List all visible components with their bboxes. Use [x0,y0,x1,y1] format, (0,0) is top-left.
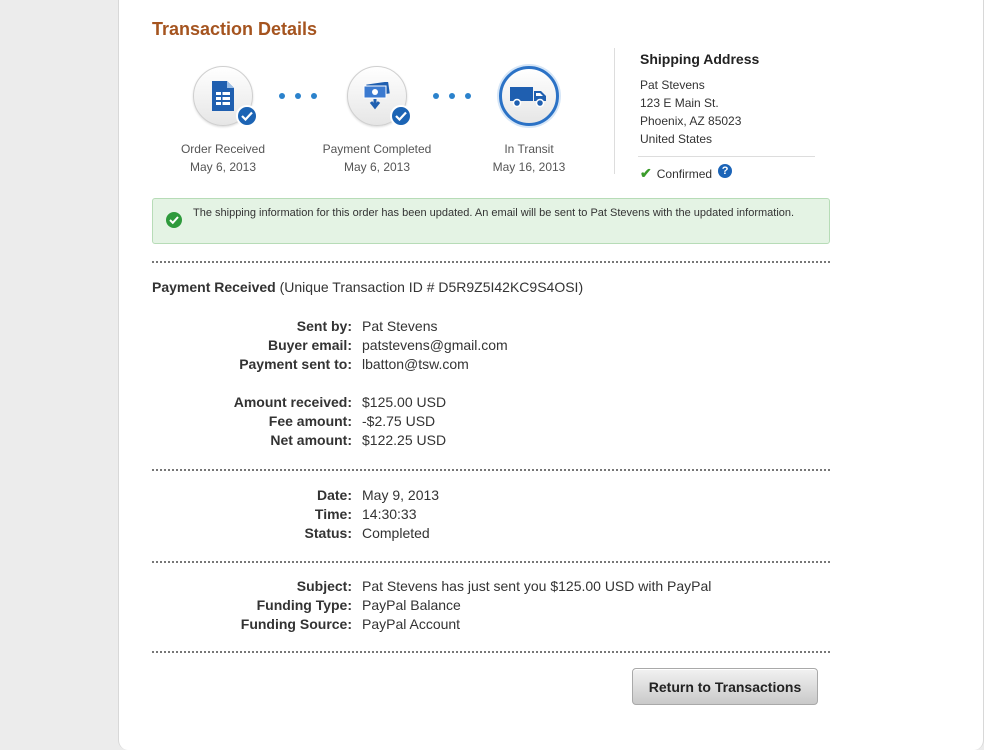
payment-heading-label: Payment Received [152,279,276,295]
detail-value: Completed [362,525,430,541]
divider [152,261,830,263]
step-label: In Transit [504,142,554,156]
success-alert: The shipping information for this order … [152,198,830,244]
detail-row-payment-sent-to: Payment sent to: lbatton@tsw.com [152,356,830,375]
help-icon[interactable]: ? [718,163,733,178]
detail-value: Pat Stevens has just sent you $125.00 US… [362,578,712,594]
divider [152,651,830,653]
detail-row-subject: Subject: Pat Stevens has just sent you $… [152,578,830,597]
detail-value: patstevens@gmail.com [362,337,508,353]
check-icon [236,105,258,127]
detail-row-sent-by: Sent by: Pat Stevens [152,318,830,337]
detail-label: Payment sent to: [239,356,352,372]
detail-value: Pat Stevens [362,318,438,334]
detail-value: -$2.75 USD [362,413,436,429]
checkmark-icon: ✔ [640,165,652,181]
step-order-received: Order Received May 6, 2013 [158,66,288,176]
shipping-street: 123 E Main St. [640,96,719,110]
detail-value: lbatton@tsw.com [362,356,469,372]
success-check-icon [166,212,182,228]
detail-label: Net amount: [270,432,352,448]
step-label: Order Received [180,142,266,156]
step-date: May 16, 2013 [492,160,566,174]
step-date: May 6, 2013 [189,160,257,174]
detail-value: PayPal Balance [362,597,461,613]
order-document-icon [212,81,234,111]
detail-row-time: Time: 14:30:33 [152,506,830,525]
shipping-address-panel: Shipping Address Pat Stevens 123 E Main … [638,51,815,182]
detail-label: Fee amount: [268,413,352,429]
shipping-country: United States [640,132,713,146]
detail-label: Amount received: [233,394,352,410]
alert-message: The shipping information for this order … [193,207,795,219]
truck-icon [510,87,546,108]
detail-label: Buyer email: [267,337,352,353]
detail-label: Status: [304,525,352,541]
detail-row-date: Date: May 9, 2013 [152,487,830,506]
transaction-id: (Unique Transaction ID # D5R9Z5I42KC9S4O… [279,279,584,295]
detail-label: Time: [314,506,352,522]
detail-row-fee-amount: Fee amount: -$2.75 USD [152,413,830,432]
detail-value: $125.00 USD [362,394,447,410]
address-status: ✔ Confirmed ? [640,163,815,182]
divider [614,48,615,174]
shipping-name: Pat Stevens [640,78,705,92]
detail-value: $122.25 USD [362,432,447,448]
detail-label: Date: [316,487,352,503]
divider [638,156,815,157]
divider [152,561,830,563]
step-date: May 6, 2013 [343,160,411,174]
step-payment-completed: Payment Completed May 6, 2013 [312,66,442,176]
detail-label: Sent by: [296,318,352,334]
detail-label: Funding Source: [240,616,352,632]
detail-row-buyer-email: Buyer email: patstevens@gmail.com [152,337,830,356]
page-title: Transaction Details [152,19,318,39]
detail-value: May 9, 2013 [362,487,440,503]
step-in-transit: In Transit May 16, 2013 [464,66,594,176]
address-status-label: Confirmed [656,166,713,181]
detail-value: PayPal Account [362,616,461,632]
step-label: Payment Completed [322,142,432,156]
detail-row-status: Status: Completed [152,525,830,544]
detail-row-amount-received: Amount received: $125.00 USD [152,394,830,413]
detail-row-funding-type: Funding Type: PayPal Balance [152,597,830,616]
detail-value: 14:30:33 [362,506,417,522]
payment-heading: Payment Received (Unique Transaction ID … [152,279,583,295]
order-step-badge [193,66,258,127]
return-to-transactions-button[interactable]: Return to Transactions [632,668,818,705]
payment-step-badge [347,66,412,127]
divider [152,469,830,471]
shipping-title: Shipping Address [640,51,760,67]
payment-icon [363,82,390,110]
detail-label: Subject: [296,578,352,594]
transit-step-badge [499,66,559,126]
detail-label: Funding Type: [256,597,352,613]
shipping-city: Phoenix, AZ 85023 [640,114,742,128]
detail-row-net-amount: Net amount: $122.25 USD [152,432,830,451]
detail-row-funding-source: Funding Source: PayPal Account [152,616,830,635]
check-icon [390,105,412,127]
